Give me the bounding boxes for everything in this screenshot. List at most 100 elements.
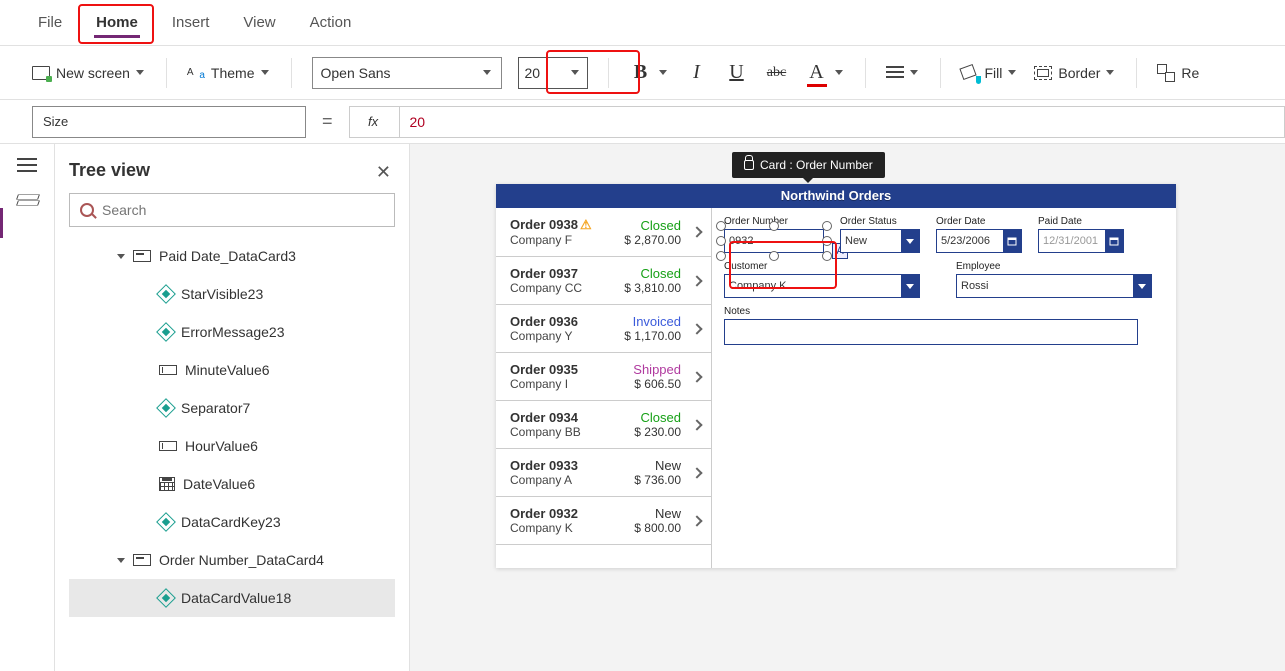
font-select[interactable]: Open Sans	[312, 57, 502, 89]
tab-action[interactable]: Action	[304, 8, 358, 37]
fx-button[interactable]: fx	[350, 107, 400, 137]
font-value: Open Sans	[321, 65, 391, 81]
card-icon	[133, 250, 151, 262]
new-screen-button[interactable]: New screen	[32, 65, 146, 81]
order-row[interactable]: Order 0932Company KNew$ 800.00	[496, 497, 711, 545]
card-icon	[133, 554, 151, 566]
tree-item-label: Separator7	[181, 400, 250, 416]
align-icon	[886, 66, 904, 80]
employee-label: Employee	[956, 261, 1152, 272]
tree-item[interactable]: MinuteValue6	[69, 351, 395, 389]
order-company: Company BB	[510, 425, 625, 439]
lock-icon	[744, 160, 754, 170]
order-company: Company K	[510, 521, 625, 535]
warning-icon: ⚠	[580, 217, 592, 232]
new-screen-icon	[32, 66, 50, 80]
tab-insert[interactable]: Insert	[166, 8, 216, 37]
chevron-right-icon	[691, 515, 702, 526]
order-status: Closed	[625, 266, 681, 281]
customer-select[interactable]: Company K	[724, 274, 920, 298]
tab-view[interactable]: View	[237, 8, 281, 37]
order-title: Order 0938⚠	[510, 217, 624, 233]
tree-view-icon[interactable]	[17, 192, 37, 208]
italic-button[interactable]: I	[685, 61, 709, 84]
paid-date-input[interactable]: 12/31/2001	[1038, 229, 1124, 253]
search-box[interactable]	[69, 193, 395, 227]
order-company: Company CC	[510, 281, 624, 295]
order-row[interactable]: Order 0934Company BBClosed$ 230.00	[496, 401, 711, 449]
bold-button[interactable]: B	[629, 61, 653, 84]
pencil-icon	[156, 512, 176, 532]
property-select[interactable]: Size	[32, 106, 306, 138]
separator	[940, 58, 941, 88]
chevron-down-icon	[571, 68, 581, 78]
formula-input[interactable]: 20	[400, 114, 436, 130]
tree-item[interactable]: DateValue6	[69, 465, 395, 503]
chevron-right-icon	[691, 323, 702, 334]
align-button[interactable]	[886, 66, 920, 80]
separator	[608, 58, 609, 88]
tree-item[interactable]: Separator7	[69, 389, 395, 427]
order-date-input[interactable]: 5/23/2006	[936, 229, 1022, 253]
theme-icon	[187, 66, 205, 80]
selection-tooltip: Card : Order Number	[732, 152, 885, 178]
fill-button[interactable]: Fill	[961, 64, 1019, 82]
order-row[interactable]: Order 0938⚠Company FClosed$ 2,870.00	[496, 208, 711, 257]
tree-item[interactable]: StarVisible23	[69, 275, 395, 313]
order-status: Invoiced	[625, 314, 681, 329]
tab-home[interactable]: Home	[90, 8, 144, 37]
pencil-icon	[156, 322, 176, 342]
order-status-field: Order Status New	[840, 216, 920, 253]
order-title: Order 0935	[510, 362, 625, 377]
tree-item[interactable]: ErrorMessage23	[69, 313, 395, 351]
tree-item[interactable]: HourValue6	[69, 427, 395, 465]
order-status: Closed	[625, 218, 681, 233]
reorder-button[interactable]: Re	[1157, 64, 1199, 82]
tab-file[interactable]: File	[32, 8, 68, 37]
tree-item-label: DataCardValue18	[181, 590, 291, 606]
order-list: Order 0938⚠Company FClosed$ 2,870.00Orde…	[496, 208, 711, 568]
rail-active-indicator	[0, 208, 3, 238]
tree-item[interactable]: DataCardKey23	[69, 503, 395, 541]
search-input[interactable]	[102, 202, 384, 218]
order-status: New	[625, 458, 681, 473]
border-icon	[1034, 66, 1052, 80]
underline-button[interactable]: U	[725, 61, 749, 84]
close-icon[interactable]: ✕	[376, 162, 391, 183]
order-row[interactable]: Order 0933Company ANew$ 736.00	[496, 449, 711, 497]
order-row[interactable]: Order 0936Company YInvoiced$ 1,170.00	[496, 305, 711, 353]
customer-field: Customer Company K	[724, 261, 920, 298]
notes-field: Notes	[724, 306, 1138, 345]
border-button[interactable]: Border	[1034, 65, 1116, 81]
order-company: Company Y	[510, 329, 624, 343]
order-title: Order 0932	[510, 506, 625, 521]
input-icon	[159, 365, 177, 375]
order-row[interactable]: Order 0937Company CCClosed$ 3,810.00	[496, 257, 711, 305]
order-status: Closed	[625, 410, 681, 425]
theme-button[interactable]: Theme	[187, 65, 271, 81]
separator	[291, 58, 292, 88]
tooltip-text: Card : Order Number	[760, 158, 873, 172]
order-number-input[interactable]: 0932	[724, 229, 824, 253]
strike-button[interactable]: abc	[765, 65, 789, 81]
notes-input[interactable]	[724, 319, 1138, 345]
pencil-icon	[156, 398, 176, 418]
tree-item[interactable]: Order Number_DataCard4	[69, 541, 395, 579]
theme-label: Theme	[211, 65, 255, 81]
tree-item[interactable]: DataCardValue18	[69, 579, 395, 617]
notes-label: Notes	[724, 306, 1138, 317]
font-color-button[interactable]: A	[805, 61, 829, 84]
order-status-select[interactable]: New	[840, 229, 920, 253]
employee-select[interactable]: Rossi	[956, 274, 1152, 298]
order-row[interactable]: Order 0935Company IShipped$ 606.50	[496, 353, 711, 401]
order-amount: $ 736.00	[634, 473, 681, 487]
font-size-select[interactable]: 20	[518, 57, 588, 89]
tree-item[interactable]: Paid Date_DataCard3	[69, 237, 395, 275]
hamburger-icon[interactable]	[17, 158, 37, 172]
customer-label: Customer	[724, 261, 920, 272]
formula-bar: Size = fx 20	[0, 100, 1285, 144]
order-status: Shipped	[625, 362, 681, 377]
caret-icon	[117, 254, 125, 259]
chevron-down-icon	[835, 68, 845, 78]
tree-item-label: DateValue6	[183, 476, 255, 492]
